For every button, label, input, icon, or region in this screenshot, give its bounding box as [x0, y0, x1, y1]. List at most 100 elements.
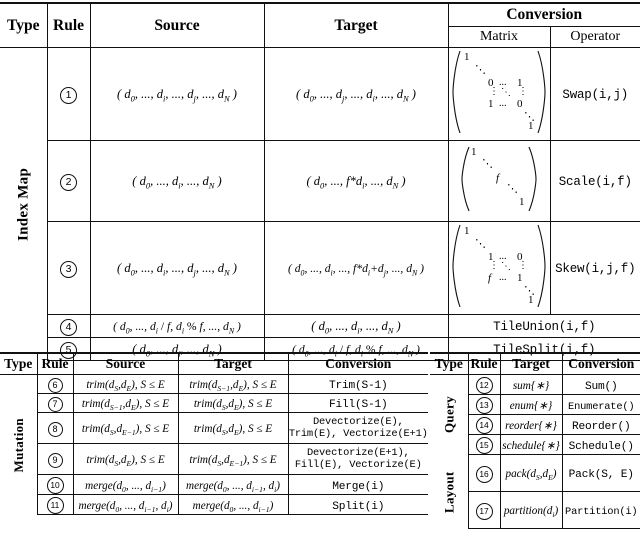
source-expr: trim(dS−1,dE), S ≤ E [81, 398, 170, 413]
target-expr: trim(dS,dE), S ≤ E [193, 423, 273, 438]
matrix-cell: 1 [517, 271, 523, 284]
conversion-cell: Pack(S, E) [561, 454, 640, 492]
matrix-corner-top: 1 [464, 224, 470, 237]
table-row: 7 trim(dS−1,dE), S ≤ E trim(dS,dE), S ≤ … [0, 393, 428, 414]
conversion-label: Sum() [584, 380, 618, 393]
matrix-cell-scale: 1 ⋱ f ⋱ 1 [447, 140, 550, 222]
header-conversion: Conversion [561, 352, 640, 375]
matrix-row-dots: ... [499, 97, 507, 109]
target-expr: schedule{∗} [502, 439, 560, 452]
matrix-corner-top: 1 [464, 50, 470, 63]
target-cell: pack(dS,dE) [499, 454, 562, 492]
rule-badge: 7 [47, 397, 63, 413]
matrix-col-dots: ⋮ [489, 85, 499, 97]
table2right-header-row: Type Rule Target Conversion [430, 352, 640, 375]
rule-number: 12 [467, 374, 500, 395]
table-figure: Type Rule Source Target Conversion Matri… [0, 0, 640, 538]
rule-number: 6 [36, 374, 73, 395]
operator-cell: TileUnion(i,f) [447, 314, 640, 338]
source-expr: trim(dS,dE), S ≤ E [86, 379, 165, 394]
query-layout-table: Type Rule Target Conversion Query 12 sum… [430, 352, 640, 529]
conversion-cell: Split(i) [287, 494, 428, 516]
matrix-cell-skew: 1 ⋱ 1 ... 0 ⋮ ⋱ ⋮ f ... 1 ⋱ 1 [447, 221, 550, 315]
conversion-label: Split(i) [332, 500, 385, 513]
rule-number: 13 [467, 394, 500, 415]
target-expr: pack(dS,dE) [505, 467, 557, 483]
header-target: Target [263, 2, 448, 48]
target-cell: reorder{∗} [499, 414, 562, 435]
target-expr: trim(dS−1,dE), S ≤ E [189, 379, 277, 394]
table-row: 9 trim(dS,dE), S ≤ E trim(dS,dE−1), S ≤ … [0, 443, 428, 476]
target-cell: trim(dS,dE), S ≤ E [177, 412, 288, 445]
target-expr: reorder{∗} [505, 419, 557, 432]
conversion-line-1: Devectorize(E), [312, 416, 404, 429]
source-cell: trim(dS,dE−1), S ≤ E [72, 412, 178, 445]
conversion-cell: Devectorize(E), Trim(E), Vectorize(E+1) [287, 412, 428, 445]
conversion-label: Schedule() [568, 440, 634, 453]
target-cell: schedule{∗} [499, 434, 562, 455]
conversion-cell: Schedule() [561, 434, 640, 455]
table-row: 10 merge(d0, ..., di−1) merge(d0, ..., d… [0, 474, 428, 496]
conversion-cell: Merge(i) [287, 474, 428, 496]
matrix-diag-dots-top: ⋱ [482, 157, 493, 170]
conversion-line-2: Fill(E), Vectorize(E) [294, 459, 422, 472]
operator-label: Scale(i,f) [558, 175, 632, 189]
operator-cell: Swap(i,j) [549, 47, 640, 141]
source-tuple: ( d0, ..., di, ..., dj, ..., dN ) [117, 86, 237, 104]
source-cell: ( d0, ..., di / f, di % f, ..., dN ) [89, 314, 264, 338]
rule-badge: 4 [60, 318, 77, 336]
target-tuple: ( d0, ..., di, ..., dN ) [311, 318, 401, 336]
target-cell: merge(d0, ..., di−1, di) [177, 474, 288, 496]
conversion-cell: Reorder() [561, 414, 640, 435]
table2-header-row: Type Rule Source Target Conversion [0, 352, 428, 375]
table-row: Layout 16 pack(dS,dE) Pack(S, E) [430, 454, 640, 512]
rule-number: 10 [36, 474, 73, 496]
header-target: Target [177, 352, 288, 375]
source-cell: merge(d0, ..., di−1, di) [72, 494, 178, 516]
table-row: Query 12 sum{∗} Sum() [430, 374, 640, 433]
conversion-label: Reorder() [571, 420, 631, 433]
header-rule: Rule [36, 352, 73, 375]
rule-number: 2 [46, 140, 90, 222]
matrix-diag-dots-top: ⋱ [475, 237, 486, 250]
matrix-inner-diag-dots: ⋱ [501, 260, 511, 272]
matrix-row-dots: ... [499, 271, 507, 283]
conversion-cell: Devectorize(E+1), Fill(E), Vectorize(E) [287, 443, 428, 476]
rule-badge: 13 [475, 397, 493, 414]
rule-number: 9 [36, 443, 73, 476]
rule-number: 15 [467, 434, 500, 455]
source-tuple: ( d0, ..., di / f, di % f, ..., dN ) [113, 319, 241, 336]
operator-label: Skew(i,j,f) [555, 262, 636, 276]
source-tuple: ( d0, ..., di, ..., dN ) [132, 173, 222, 191]
index-map-table: Type Rule Source Target Conversion Matri… [0, 2, 640, 361]
source-cell: trim(dS,dE), S ≤ E [72, 443, 178, 476]
conversion-line-1: Devectorize(E+1), [306, 447, 410, 460]
rule-number: 1 [46, 47, 90, 141]
matrix-cell-swap: 1 ⋱ 0 ... 1 ⋮ ⋱ ⋮ 1 ... 0 ⋱ 1 [447, 47, 550, 141]
rule-badge: 17 [475, 502, 493, 520]
rule-number: 16 [467, 454, 500, 492]
operator-label: Swap(i,j) [562, 88, 629, 102]
rule-number: 4 [46, 314, 90, 338]
target-expr: enum{∗} [509, 399, 553, 412]
conversion-cell: Sum() [561, 374, 640, 395]
rule-number: 7 [36, 393, 73, 414]
table-row: Mutation 6 trim(dS,dE), S ≤ E trim(dS−1,… [0, 374, 428, 472]
operator-label: TileUnion(i,f) [493, 320, 596, 334]
matrix-corner-top: 1 [471, 145, 477, 158]
header-source: Source [72, 352, 178, 375]
conversion-label: Fill(S-1) [328, 399, 388, 412]
header-operator: Operator [549, 26, 640, 48]
operator-cell: Skew(i,j,f) [549, 221, 640, 315]
target-expr: trim(dS,dE−1), S ≤ E [189, 454, 277, 469]
target-cell: merge(d0, ..., di−1) [177, 494, 288, 516]
table-row: 3 ( d0, ..., di, ..., dj, ..., dN ) ( d0… [0, 221, 640, 315]
source-cell: ( d0, ..., di, ..., dj, ..., dN ) [89, 221, 264, 315]
source-expr: trim(dS,dE−1), S ≤ E [81, 423, 170, 438]
target-cell: trim(dS−1,dE), S ≤ E [177, 374, 288, 395]
target-cell: enum{∗} [499, 394, 562, 415]
matrix-corner-bottom: 1 [528, 119, 534, 132]
header-conversion: Conversion [447, 2, 640, 27]
table-row: 4 ( d0, ..., di / f, di % f, ..., dN ) (… [0, 314, 640, 338]
rule-badge: 10 [46, 477, 64, 495]
